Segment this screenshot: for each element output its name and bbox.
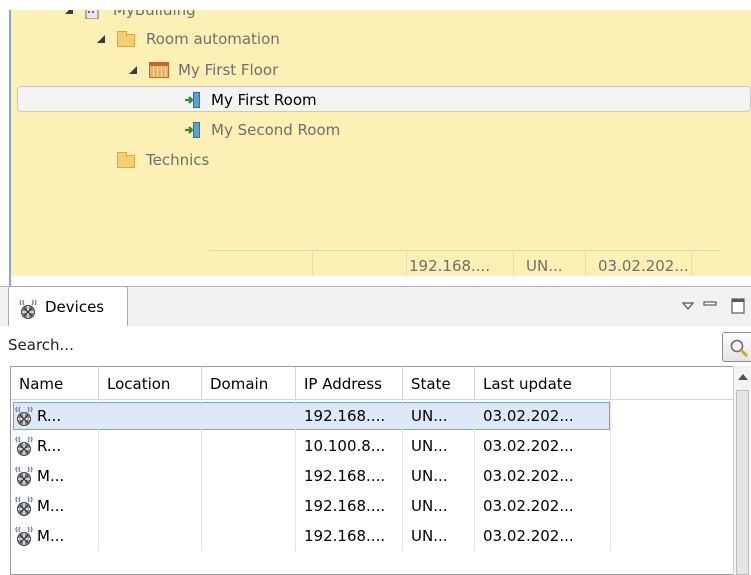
cell-name-text: M... bbox=[37, 467, 65, 485]
table-row[interactable]: R... 192.168.... UN... 03.02.202... bbox=[11, 401, 733, 431]
maximize-icon[interactable] bbox=[729, 297, 747, 315]
tree-cell-domain bbox=[313, 251, 407, 276]
tree-item-my-first-room[interactable]: My First Room bbox=[9, 88, 751, 112]
folder-icon bbox=[117, 152, 135, 168]
tree-item-my-second-room[interactable]: My Second Room bbox=[9, 118, 751, 142]
room-icon bbox=[184, 121, 202, 138]
scroll-up-arrow-icon[interactable] bbox=[738, 374, 748, 380]
cell-state: UN... bbox=[403, 491, 475, 521]
tree-cell-state: UN... bbox=[514, 251, 586, 276]
tree-column-values: 192.168.... UN... 03.02.202... bbox=[209, 250, 721, 276]
table-row[interactable]: M... 192.168.... UN... 03.02.202... bbox=[11, 461, 733, 491]
expand-arrow-icon[interactable] bbox=[97, 35, 105, 43]
view-menu-icon[interactable] bbox=[679, 297, 697, 315]
cell-domain bbox=[202, 401, 296, 431]
minimize-icon[interactable] bbox=[701, 297, 719, 315]
devices-view: Devices Name Location Domain IP Address … bbox=[0, 286, 751, 575]
device-router-icon bbox=[17, 299, 39, 323]
view-sash[interactable] bbox=[0, 276, 751, 286]
device-router-icon bbox=[13, 435, 35, 461]
cell-domain bbox=[202, 491, 296, 521]
device-router-icon bbox=[13, 525, 35, 551]
cell-last-update: 03.02.202... bbox=[475, 401, 611, 431]
tree-item-label: MyBuilding bbox=[113, 10, 196, 19]
tree-item-label: My First Room bbox=[211, 91, 317, 109]
folder-icon bbox=[117, 31, 135, 47]
building-icon bbox=[83, 10, 101, 20]
scrollbar-thumb[interactable] bbox=[736, 390, 749, 575]
table-row[interactable]: M... 192.168.... UN... 03.02.202... bbox=[11, 491, 733, 521]
cell-last-update: 03.02.202... bbox=[475, 461, 611, 491]
column-header-location[interactable]: Location bbox=[99, 367, 202, 400]
tree-cell-last-update: 03.02.202... bbox=[586, 251, 692, 276]
floor-icon bbox=[149, 62, 169, 78]
cell-ip-address: 10.100.8... bbox=[296, 431, 403, 461]
cell-ip-address: 192.168.... bbox=[296, 491, 403, 521]
expand-arrow-icon[interactable] bbox=[65, 10, 73, 14]
tree-item-label: My Second Room bbox=[211, 121, 341, 139]
cell-name-text: R... bbox=[37, 407, 62, 425]
column-header-domain[interactable]: Domain bbox=[202, 367, 296, 400]
search-input[interactable] bbox=[8, 332, 708, 358]
expand-arrow-icon[interactable] bbox=[129, 66, 137, 74]
view-tab-bar: Devices bbox=[0, 286, 751, 327]
cell-location bbox=[99, 521, 202, 551]
tree-item-mybuilding[interactable]: MyBuilding bbox=[9, 10, 751, 22]
table-vertical-scrollbar[interactable] bbox=[733, 366, 751, 575]
cell-name: M... bbox=[11, 491, 99, 521]
cell-state: UN... bbox=[403, 431, 475, 461]
cell-domain bbox=[202, 461, 296, 491]
cell-last-update: 03.02.202... bbox=[475, 431, 611, 461]
devices-table: Name Location Domain IP Address State La… bbox=[10, 366, 733, 575]
building-tree[interactable]: MyBuilding Room automation My First Floo… bbox=[9, 10, 751, 276]
cell-name-text: M... bbox=[37, 527, 65, 545]
column-header-filler bbox=[611, 367, 733, 400]
building-tree-panel: MyBuilding Room automation My First Floo… bbox=[0, 0, 751, 276]
cell-state: UN... bbox=[403, 401, 475, 431]
cell-name: R... bbox=[11, 401, 99, 431]
tree-cell-ip: 192.168.... bbox=[407, 251, 514, 276]
cell-domain bbox=[202, 431, 296, 461]
column-header-name[interactable]: Name bbox=[11, 367, 99, 400]
cell-name: M... bbox=[11, 521, 99, 551]
cell-name-text: R... bbox=[37, 437, 62, 455]
column-header-last-update[interactable]: Last update bbox=[475, 367, 611, 400]
magnifier-icon bbox=[729, 338, 749, 362]
cell-state: UN... bbox=[403, 461, 475, 491]
panel-left-border bbox=[9, 276, 11, 286]
tree-item-technics[interactable]: Technics bbox=[9, 148, 751, 172]
table-row[interactable]: R... 10.100.8... UN... 03.02.202... bbox=[11, 431, 733, 461]
tree-item-label: Room automation bbox=[146, 30, 280, 48]
device-router-icon bbox=[13, 405, 35, 431]
cell-location bbox=[99, 461, 202, 491]
tree-item-label: My First Floor bbox=[178, 61, 279, 79]
tree-item-room-automation[interactable]: Room automation bbox=[9, 27, 751, 51]
tree-item-label: Technics bbox=[146, 151, 210, 169]
column-header-state[interactable]: State bbox=[403, 367, 475, 400]
column-header-ip-address[interactable]: IP Address bbox=[296, 367, 403, 400]
cell-domain bbox=[202, 521, 296, 551]
cell-last-update: 03.02.202... bbox=[475, 521, 611, 551]
cell-ip-address: 192.168.... bbox=[296, 521, 403, 551]
cell-location bbox=[99, 431, 202, 461]
cell-state: UN... bbox=[403, 521, 475, 551]
tab-label: Devices bbox=[45, 298, 105, 316]
tree-cell-location bbox=[209, 251, 313, 276]
table-row[interactable]: M... 192.168.... UN... 03.02.202... bbox=[11, 521, 733, 551]
cell-ip-address: 192.168.... bbox=[296, 401, 403, 431]
cell-location bbox=[99, 401, 202, 431]
room-icon bbox=[184, 91, 202, 108]
cell-name: M... bbox=[11, 461, 99, 491]
tab-devices[interactable]: Devices bbox=[8, 286, 128, 327]
cell-location bbox=[99, 491, 202, 521]
cell-last-update: 03.02.202... bbox=[475, 491, 611, 521]
search-bar bbox=[0, 326, 751, 366]
cell-name: R... bbox=[11, 431, 99, 461]
cell-name-text: M... bbox=[37, 497, 65, 515]
cell-ip-address: 192.168.... bbox=[296, 461, 403, 491]
tree-item-my-first-floor[interactable]: My First Floor bbox=[9, 58, 751, 82]
device-router-icon bbox=[13, 465, 35, 491]
search-button[interactable] bbox=[722, 332, 751, 362]
device-router-icon bbox=[13, 495, 35, 521]
